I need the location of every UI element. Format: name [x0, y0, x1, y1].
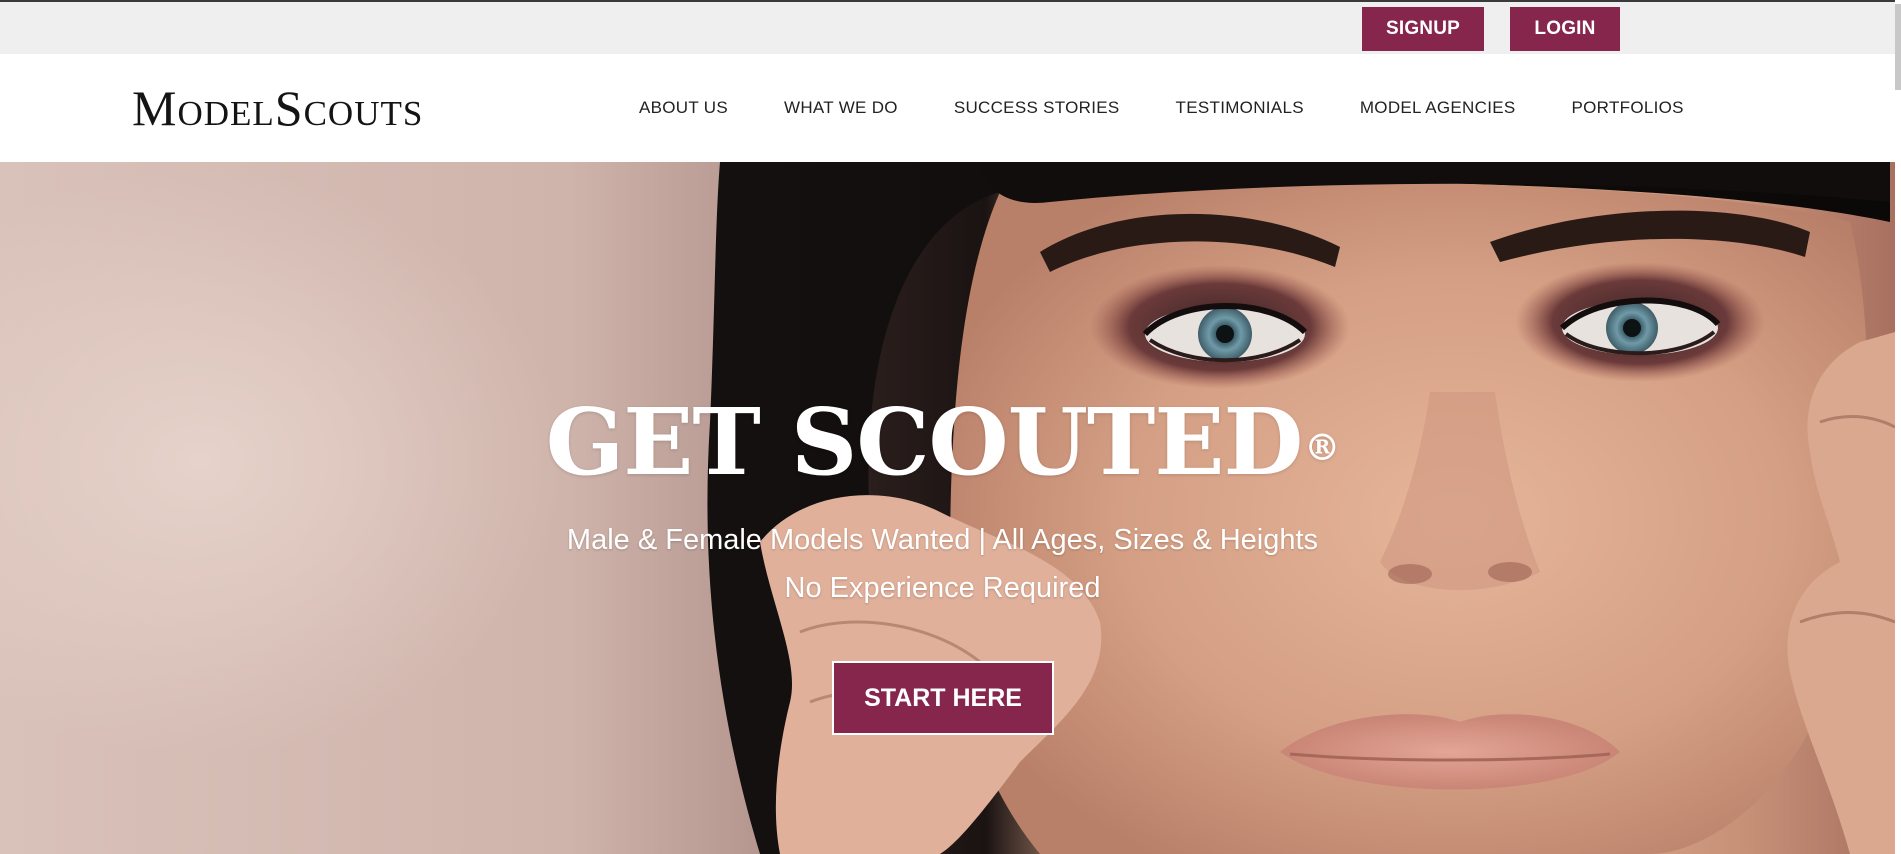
nav-link-portfolios[interactable]: PORTFOLIOS: [1572, 98, 1684, 118]
hero-subtitle-line1: Male & Female Models Wanted | All Ages, …: [566, 524, 1319, 556]
hero-title-text: GET SCOUTED: [545, 388, 1304, 496]
login-button[interactable]: LOGIN: [1510, 7, 1620, 51]
nav-link-what-we-do[interactable]: WHAT WE DO: [784, 98, 898, 118]
page: SIGNUP LOGIN ModelScouts ABOUT US WHAT W…: [0, 0, 1901, 854]
hero-title: GET SCOUTED®: [0, 392, 1885, 492]
nav-link-about-us[interactable]: ABOUT US: [639, 98, 728, 118]
start-here-button[interactable]: START HERE: [832, 661, 1054, 735]
nav-link-model-agencies[interactable]: MODEL AGENCIES: [1360, 98, 1516, 118]
hero-subtitle-line2: No Experience Required: [784, 572, 1101, 604]
signup-button[interactable]: SIGNUP: [1362, 7, 1484, 51]
main-nav: ABOUT US WHAT WE DO SUCCESS STORIES TEST…: [639, 54, 1684, 162]
nav-link-testimonials[interactable]: TESTIMONIALS: [1176, 98, 1304, 118]
nav-link-success-stories[interactable]: SUCCESS STORIES: [954, 98, 1120, 118]
site-header: ModelScouts ABOUT US WHAT WE DO SUCCESS …: [0, 54, 1895, 162]
page-scrollbar[interactable]: [1895, 0, 1901, 854]
site-logo[interactable]: ModelScouts: [132, 78, 423, 138]
top-utility-bar: SIGNUP LOGIN: [0, 0, 1895, 54]
registered-mark: ®: [1304, 427, 1340, 469]
hero-content: GET SCOUTED® Male & Female Models Wanted…: [0, 162, 1895, 854]
hero-section: GET SCOUTED® Male & Female Models Wanted…: [0, 162, 1895, 854]
scrollbar-thumb[interactable]: [1895, 4, 1901, 90]
